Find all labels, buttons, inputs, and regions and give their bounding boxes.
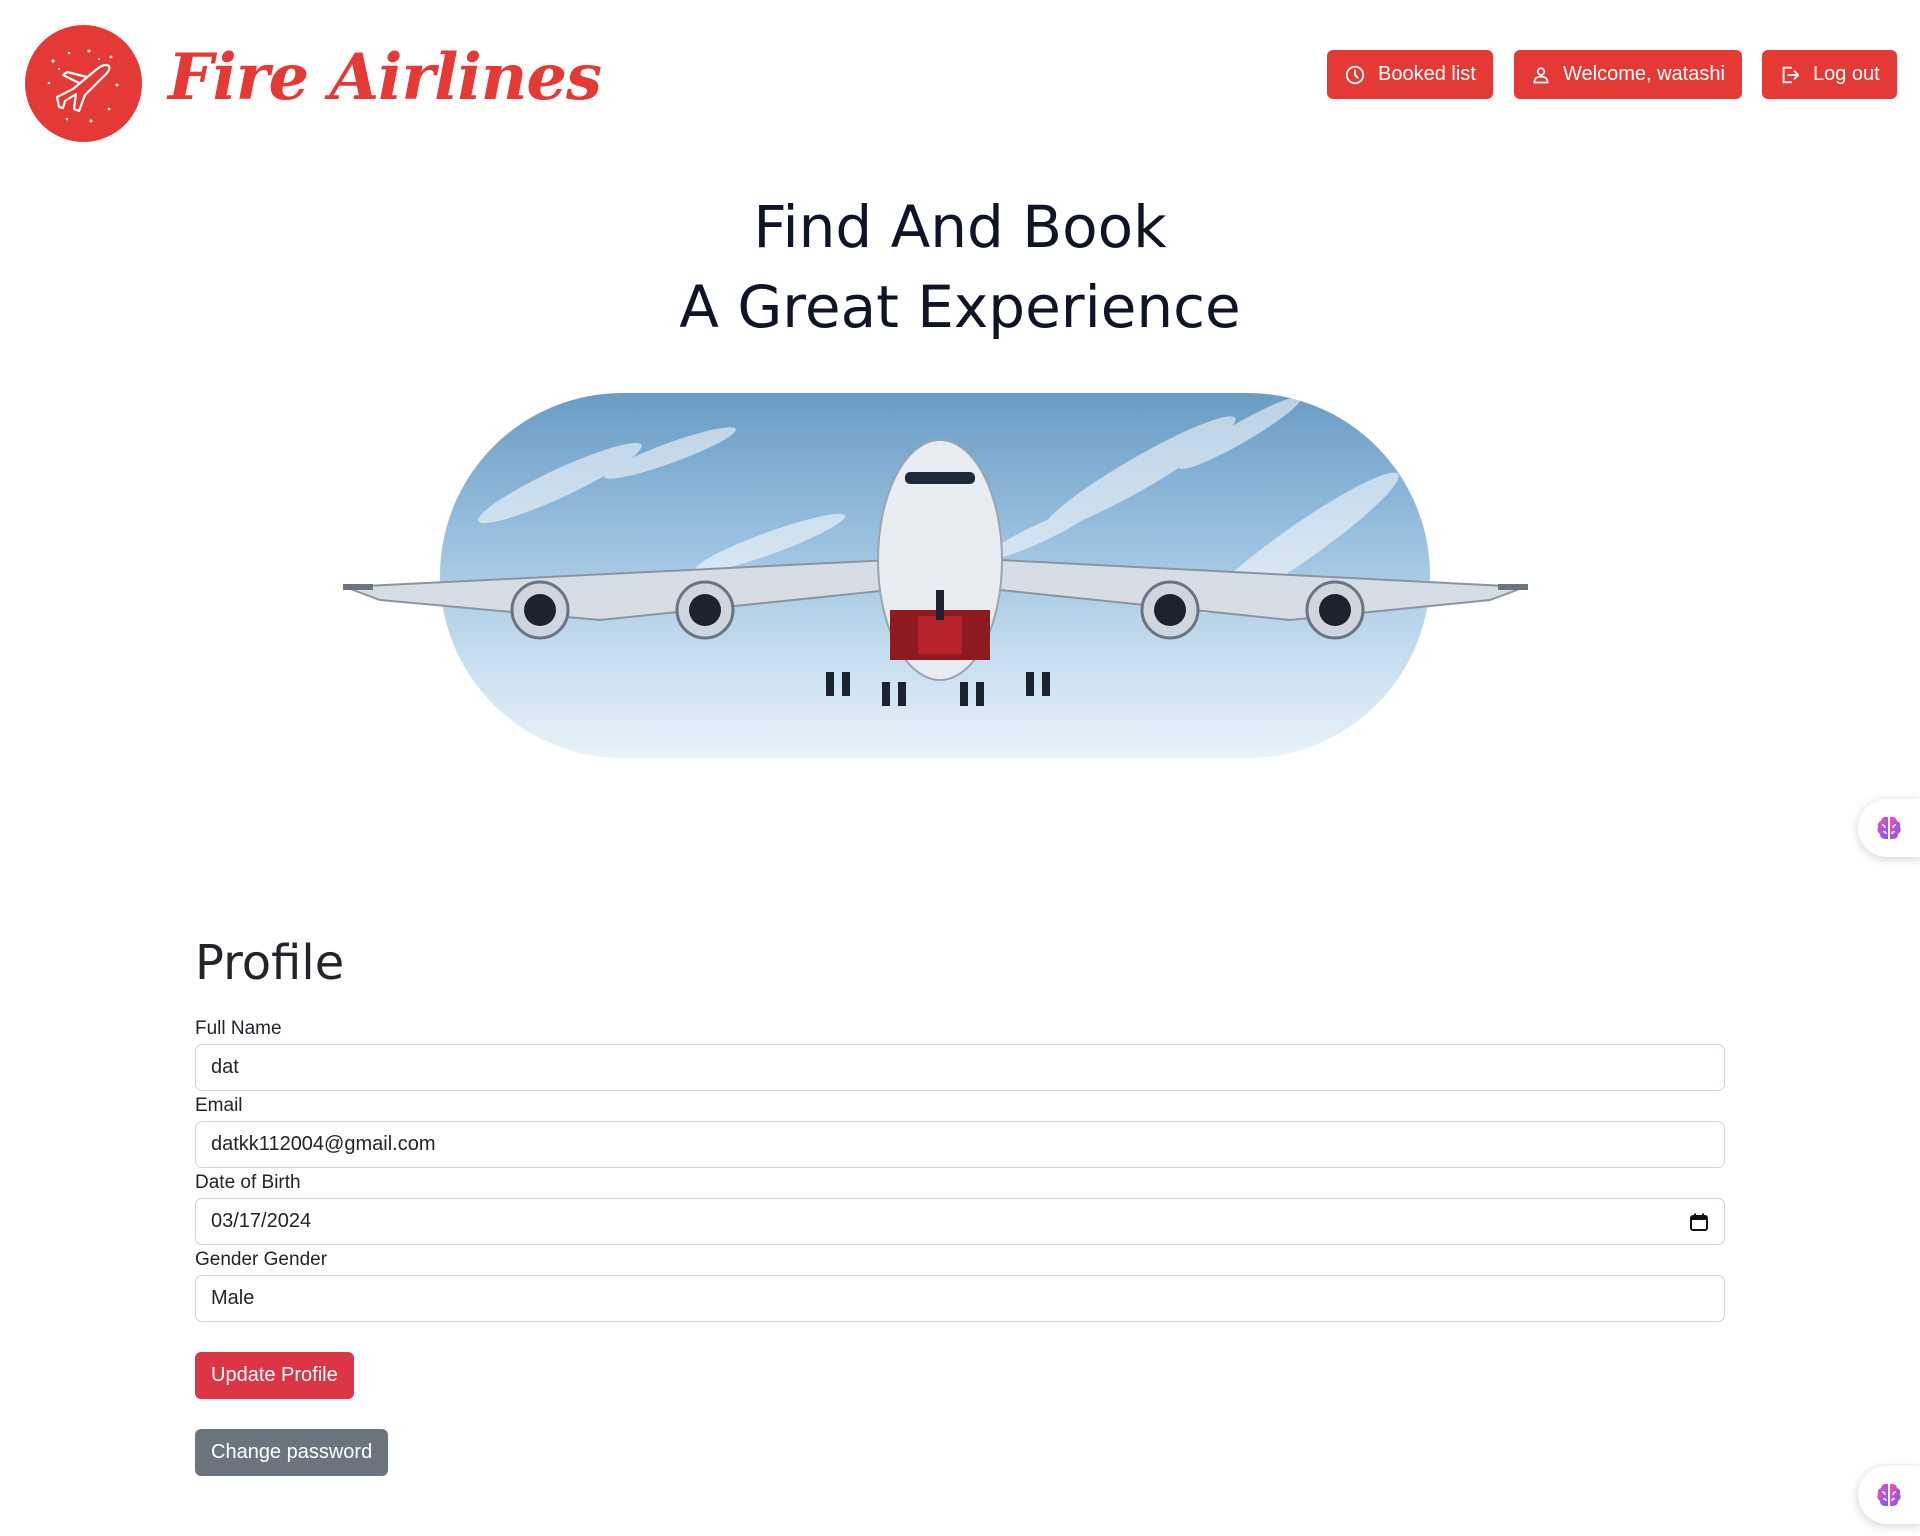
profile-heading: Profile <box>195 935 345 991</box>
page: Fire Airlines Booked list Welcome, watas… <box>0 0 1920 1536</box>
update-profile-button[interactable]: Update Profile <box>195 1352 354 1399</box>
assistant-widget-bottom[interactable] <box>1858 1466 1920 1524</box>
airplane-illustration <box>343 439 1528 706</box>
calendar-icon[interactable] <box>1689 1212 1709 1232</box>
dob-label: Date of Birth <box>195 1172 301 1193</box>
gender-field[interactable]: Male <box>195 1275 1725 1322</box>
dob-field[interactable]: 03/17/2024 <box>195 1198 1725 1245</box>
email-label: Email <box>195 1095 243 1116</box>
brain-icon <box>1877 816 1901 839</box>
brain-icon <box>1877 1483 1901 1506</box>
dob-value: 03/17/2024 <box>211 1210 312 1232</box>
full-name-value: dat <box>211 1056 239 1078</box>
full-name-label: Full Name <box>195 1018 282 1039</box>
gender-label: Gender Gender <box>195 1249 328 1270</box>
change-password-button[interactable]: Change password <box>195 1429 389 1476</box>
gender-value: Male <box>211 1287 255 1309</box>
email-value: datkk112004@gmail.com <box>211 1133 436 1155</box>
assistant-widget-top[interactable] <box>1858 799 1920 857</box>
email-field[interactable]: datkk112004@gmail.com <box>195 1121 1725 1168</box>
full-name-field[interactable]: dat <box>195 1044 1725 1091</box>
